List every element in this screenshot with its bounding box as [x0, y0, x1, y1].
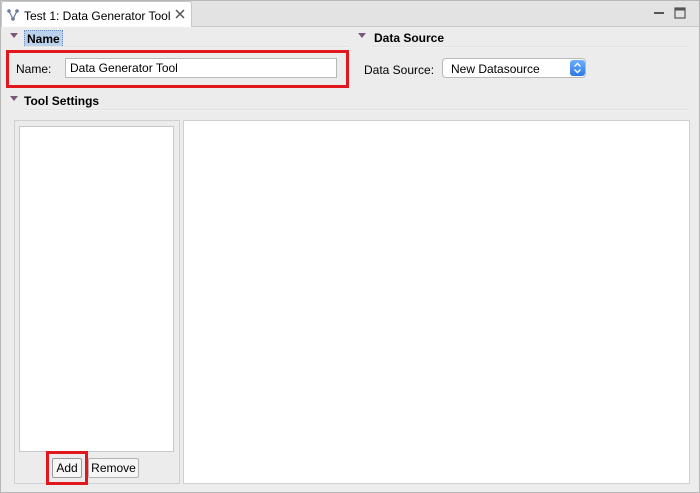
tool-list[interactable] [19, 126, 174, 452]
name-section-collapse-icon[interactable] [10, 33, 18, 38]
editor-tab[interactable]: Test 1: Data Generator Tool [1, 1, 192, 27]
datasource-label: Data Source: [364, 63, 435, 77]
chevron-updown-icon[interactable] [570, 60, 585, 76]
add-button[interactable]: Add [52, 458, 82, 478]
datasource-section-divider [372, 46, 690, 48]
tool-settings-title[interactable]: Tool Settings [24, 94, 99, 108]
name-section-divider [22, 46, 348, 48]
datasource-section-collapse-icon[interactable] [358, 33, 366, 38]
datasource-select[interactable]: New Datasource [442, 58, 586, 78]
name-input[interactable] [65, 58, 337, 78]
datasource-selected-value: New Datasource [451, 62, 540, 76]
tool-details-panel[interactable] [183, 120, 690, 484]
minimize-icon[interactable] [651, 6, 667, 20]
tool-settings-collapse-icon[interactable] [10, 96, 18, 101]
name-label: Name: [16, 62, 52, 76]
remove-button[interactable]: Remove [88, 458, 139, 478]
tool-tree-icon [6, 8, 20, 22]
tool-settings-divider [22, 109, 690, 111]
tab-title: Test 1: Data Generator Tool [24, 9, 171, 23]
datasource-section-title[interactable]: Data Source [374, 31, 444, 45]
close-icon[interactable] [173, 7, 187, 21]
maximize-icon[interactable] [672, 5, 688, 21]
